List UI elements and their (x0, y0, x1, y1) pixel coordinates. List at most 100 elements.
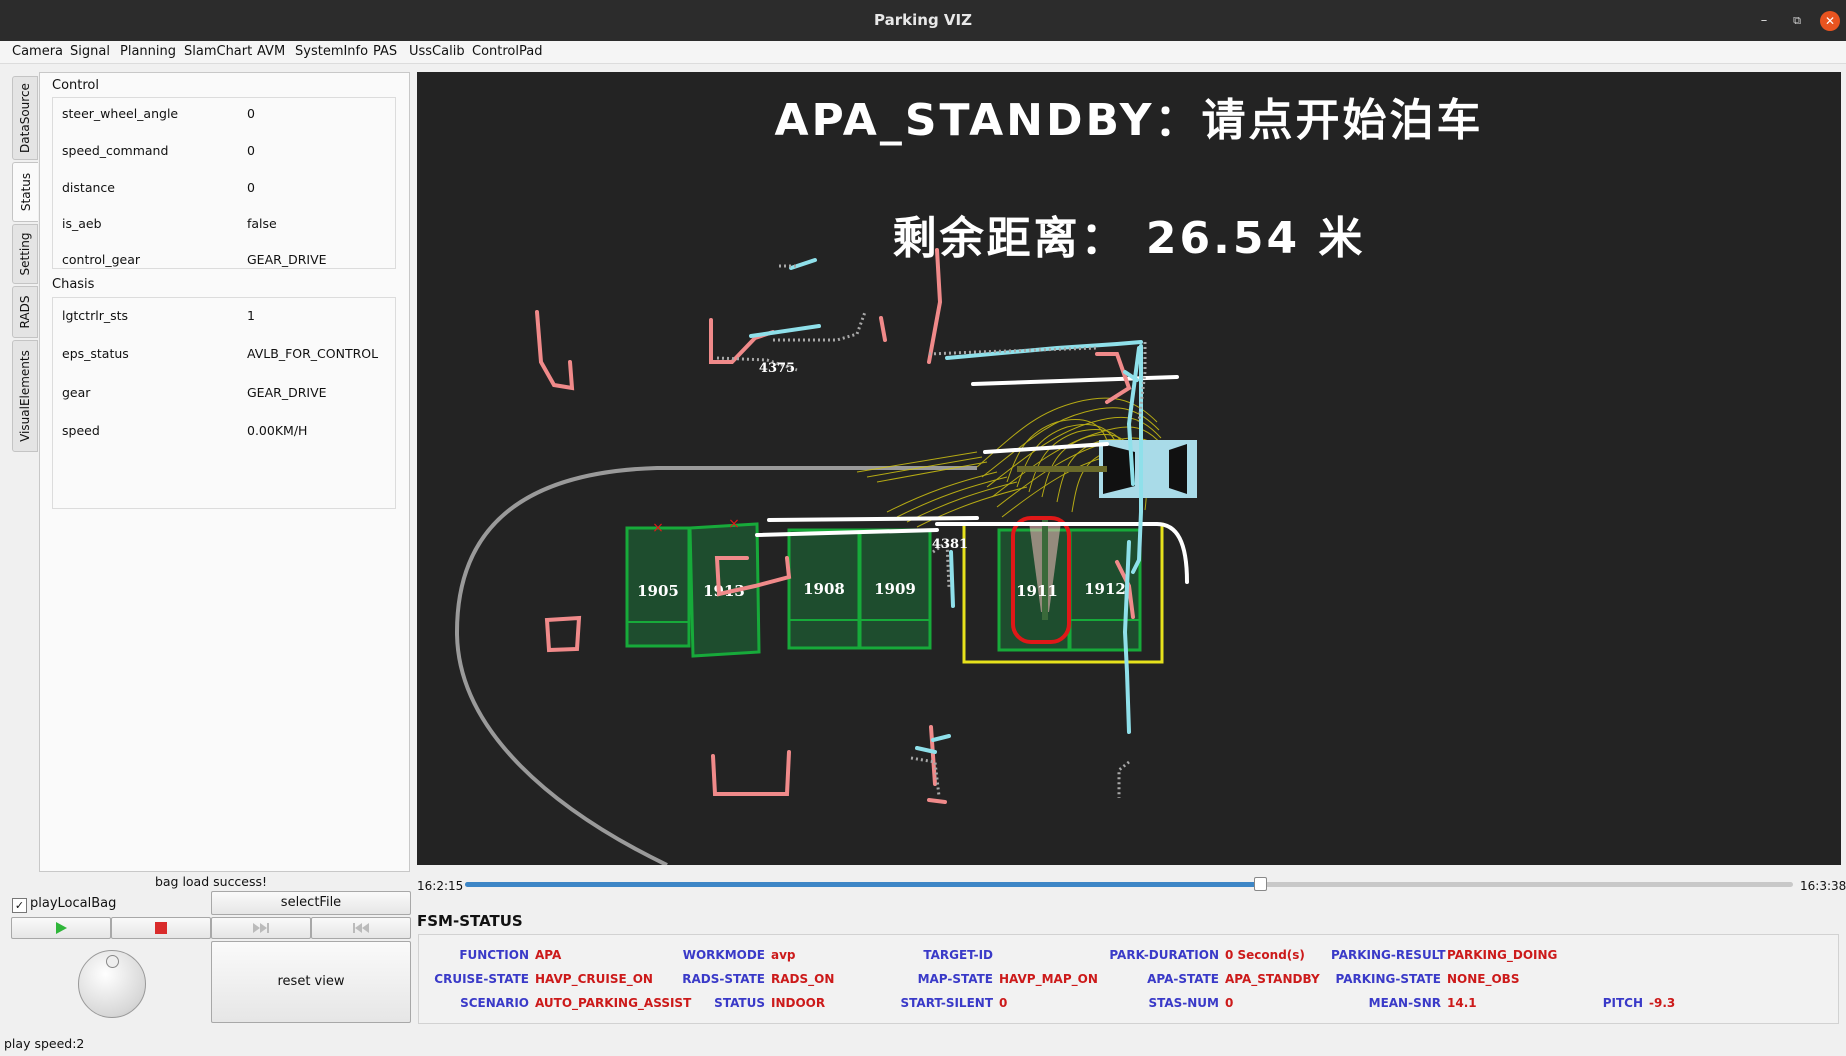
step-forward-icon (253, 923, 269, 933)
maximize-icon[interactable]: ⧉ (1787, 11, 1807, 31)
menu-systeminfo[interactable]: SystemInfo (295, 44, 368, 59)
control-key: control_gear (62, 252, 141, 267)
step-backward-button[interactable] (311, 917, 411, 939)
obstacle-id: 4375 (759, 361, 795, 376)
control-row: control_gear GEAR_DRIVE (53, 252, 393, 272)
fsm-label: TARGET-ID (923, 948, 993, 962)
fsm-label: PARKING-RESULT (1331, 948, 1446, 962)
blocked-marker-icon: × (728, 516, 740, 532)
menu-planning[interactable]: Planning (120, 44, 176, 59)
parking-map-canvas: 1905 1913 1908 1909 1911 1912 × × 4375 4… (454, 248, 1197, 865)
fsm-item: MAP-STATE HAVP_MAP_ON (893, 972, 1098, 986)
fsm-status-title: FSM-STATUS (417, 912, 523, 930)
fsm-label: MEAN-SNR (1368, 996, 1441, 1010)
fsm-item: TARGET-ID (893, 948, 999, 962)
menu-avm[interactable]: AVM (257, 44, 285, 59)
menu-slamchart[interactable]: SlamChart (184, 44, 252, 59)
play-speed-dial[interactable] (78, 950, 146, 1018)
control-key: speed_command (62, 143, 169, 158)
control-key: distance (62, 180, 115, 195)
menu-bar: Camera Signal Planning SlamChart AVM Sys… (0, 41, 1846, 64)
fsm-item: STAS-NUM 0 (1109, 996, 1233, 1010)
window-title-bar: Parking VIZ – ⧉ ✕ (0, 0, 1846, 41)
fsm-value: HAVP_MAP_ON (999, 972, 1098, 986)
fsm-label: APA-STATE (1147, 972, 1219, 986)
menu-camera[interactable]: Camera (12, 44, 63, 59)
fsm-label: PARK-DURATION (1109, 948, 1219, 962)
tab-datasource-label: DataSource (18, 83, 32, 153)
play-local-bag-checkbox[interactable]: ✓ (12, 898, 27, 913)
tab-status[interactable]: Status (12, 162, 38, 222)
timeline-slider[interactable] (465, 882, 1793, 887)
fsm-value: HAVP_CRUISE_ON (535, 972, 653, 986)
lidar-points (749, 258, 1143, 754)
chasis-key: gear (62, 385, 91, 400)
fsm-item: START-SILENT 0 (893, 996, 1008, 1010)
fsm-status-panel: FUNCTION APA WORKMODE avp TARGET-ID PARK-D… (418, 934, 1839, 1024)
control-value: 0 (247, 143, 255, 158)
fsm-label: PITCH (1602, 996, 1643, 1010)
fsm-value: RADS_ON (771, 972, 835, 986)
tab-status-label: Status (18, 172, 33, 212)
stop-button[interactable] (111, 917, 211, 939)
fsm-value: 0 (1225, 996, 1234, 1010)
step-forward-button[interactable] (211, 917, 311, 939)
tab-setting[interactable]: Setting (12, 224, 38, 284)
play-speed-status: play speed:2 (4, 1036, 85, 1051)
close-icon[interactable]: ✕ (1820, 11, 1840, 31)
fsm-label: RADS-STATE (682, 972, 765, 986)
fsm-value: PARKING_DOING (1447, 948, 1558, 962)
fsm-label: STAS-NUM (1148, 996, 1219, 1010)
remaining-distance-text: 剩余距离： 26.54 米 (892, 213, 1366, 264)
fsm-value: NONE_OBS (1447, 972, 1520, 986)
slot-id: 1912 (1084, 580, 1126, 598)
control-value: false (247, 216, 277, 231)
tab-rads[interactable]: RADS (12, 286, 38, 338)
tab-datasource[interactable]: DataSource (12, 76, 38, 160)
tab-setting-label: Setting (18, 232, 32, 276)
bag-load-message: bag load success! (154, 874, 268, 889)
play-button[interactable] (11, 917, 111, 939)
chasis-key: lgtctrlr_sts (62, 308, 129, 323)
parking-visualization[interactable]: 1905 1913 1908 1909 1911 1912 × × 4375 4… (417, 72, 1841, 865)
menu-pas[interactable]: PAS (373, 44, 397, 59)
fsm-item: WORKMODE avp (665, 948, 796, 962)
timeline-progress (465, 882, 1261, 887)
fsm-label: PARKING-STATE (1335, 972, 1442, 986)
minimize-icon[interactable]: – (1754, 11, 1774, 31)
fsm-value: avp (771, 948, 796, 962)
chasis-key: eps_status (62, 346, 129, 361)
slot-id: 1908 (803, 580, 845, 598)
fsm-item: PARKING-STATE NONE_OBS (1331, 972, 1520, 986)
menu-controlpad[interactable]: ControlPad (472, 44, 542, 59)
menu-signal[interactable]: Signal (70, 44, 110, 59)
tab-visualelements[interactable]: VisualElements (12, 340, 38, 452)
step-backward-icon (353, 923, 369, 933)
fsm-item: PARK-DURATION 0 Second(s) (1109, 948, 1305, 962)
fsm-label: WORKMODE (682, 948, 765, 962)
timeline-handle[interactable] (1254, 877, 1268, 891)
chasis-key: speed (62, 423, 100, 438)
chasis-group-label: Chasis (52, 277, 95, 292)
tab-rads-label: RADS (18, 295, 32, 329)
window-title: Parking VIZ (874, 11, 972, 29)
menu-usscalib[interactable]: UssCalib (409, 44, 465, 59)
select-file-button[interactable]: selectFile (211, 891, 411, 915)
dial-indicator (106, 955, 119, 968)
fsm-value: -9.3 (1649, 996, 1676, 1010)
reset-view-button[interactable]: reset view (211, 941, 411, 1023)
slot-id: 1909 (874, 580, 916, 598)
chasis-value: 0.00KM/H (247, 423, 308, 438)
fsm-value: 0 (999, 996, 1008, 1010)
control-key: is_aeb (62, 216, 102, 231)
fsm-item: APA-STATE APA_STANDBY (1109, 972, 1320, 986)
fsm-value: 0 Second(s) (1225, 948, 1305, 962)
control-row: steer_wheel_angle 0 (53, 106, 393, 126)
fsm-label: SCENARIO (460, 996, 529, 1010)
fsm-item: SCENARIO AUTO_PARKING_ASSIST (425, 996, 691, 1010)
chasis-row: speed 0.00KM/H (53, 423, 393, 443)
chasis-value: GEAR_DRIVE (247, 385, 327, 400)
fsm-label: MAP-STATE (917, 972, 993, 986)
chasis-row: eps_status AVLB_FOR_CONTROL (53, 346, 393, 366)
play-local-bag-label: playLocalBag (30, 896, 117, 911)
